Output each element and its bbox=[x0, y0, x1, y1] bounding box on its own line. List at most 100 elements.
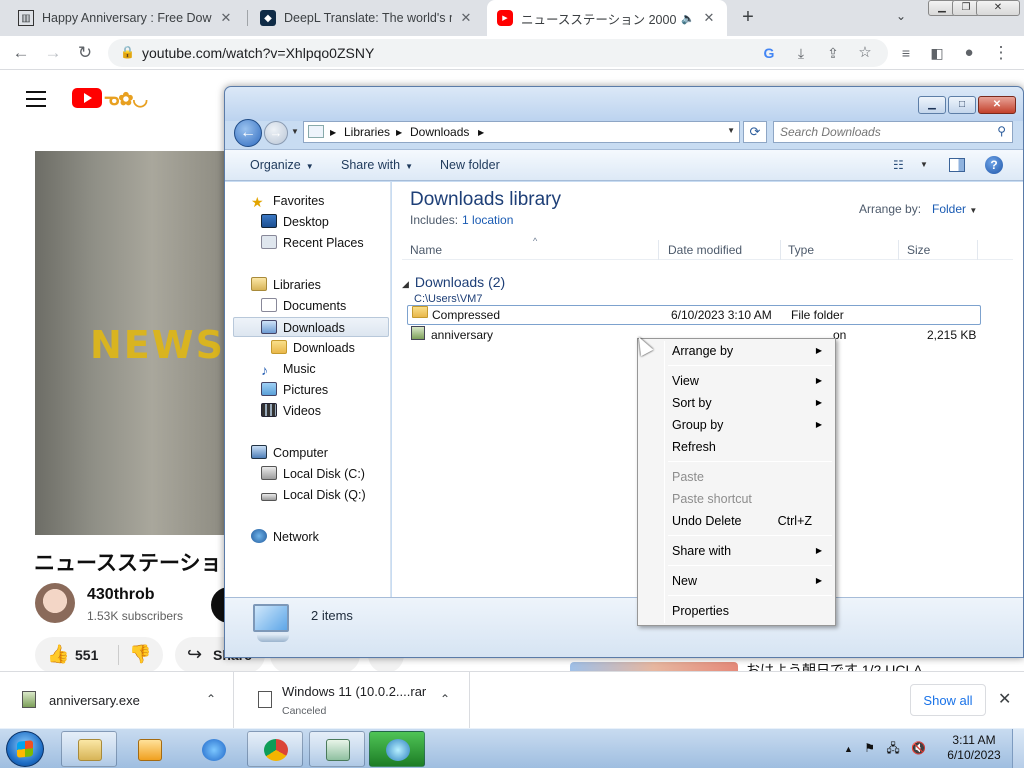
breadcrumb-downloads[interactable]: Downloads bbox=[410, 125, 469, 139]
search-field[interactable]: ⚲ bbox=[773, 121, 1013, 143]
back-arrow-icon[interactable]: ← bbox=[234, 119, 262, 147]
show-all-button[interactable]: Show all bbox=[910, 684, 986, 716]
close-icon[interactable]: ✕ bbox=[998, 689, 1011, 709]
close-icon[interactable]: ✕ bbox=[458, 10, 474, 26]
nav-recent-places[interactable]: Recent Places bbox=[261, 233, 364, 253]
taskbar-media-player[interactable] bbox=[121, 731, 177, 767]
nav-music[interactable]: ♪ Music bbox=[261, 359, 316, 379]
group-header[interactable]: ◢ Downloads (2) bbox=[402, 274, 505, 290]
column-divider[interactable] bbox=[898, 240, 899, 260]
tab-deepl[interactable]: ◆ DeepL Translate: The world's mo ✕ bbox=[250, 0, 484, 36]
refresh-icon[interactable]: ⟳ bbox=[743, 121, 767, 143]
search-input[interactable] bbox=[774, 122, 984, 142]
nav-videos[interactable]: Videos bbox=[261, 401, 321, 421]
close-icon[interactable]: ✕ bbox=[701, 10, 717, 26]
nav-pictures[interactable]: Pictures bbox=[261, 380, 328, 400]
chevron-up-icon[interactable]: ⌃ bbox=[440, 692, 450, 706]
taskbar-explorer[interactable] bbox=[61, 731, 117, 767]
like-count[interactable]: 551 bbox=[75, 647, 98, 663]
nav-downloads-folder[interactable]: Downloads bbox=[271, 338, 355, 358]
side-panel-icon[interactable]: ◧ bbox=[926, 42, 948, 64]
profile-icon[interactable]: ● bbox=[958, 42, 980, 64]
video-player[interactable]: NEWS bbox=[35, 151, 230, 535]
explorer-minimize-button[interactable]: ▁ bbox=[918, 96, 946, 114]
explorer-address-bar[interactable]: ▶ Libraries ▶ Downloads ▶ ▼ bbox=[303, 121, 740, 143]
taskbar-notepad[interactable] bbox=[309, 731, 365, 767]
breadcrumb-arrow-icon[interactable]: ▶ bbox=[330, 128, 336, 137]
arrange-by-dropdown[interactable]: Folder ▼ bbox=[932, 202, 977, 216]
nav-network[interactable]: Network bbox=[251, 527, 319, 547]
media-controls-icon[interactable]: ≡ bbox=[895, 42, 917, 64]
nav-computer[interactable]: Computer bbox=[251, 443, 328, 463]
preview-pane-icon[interactable] bbox=[949, 158, 965, 172]
includes-locations-link[interactable]: 1 location bbox=[462, 213, 513, 227]
file-row[interactable]: Compressed 6/10/2023 3:10 AM File folder bbox=[407, 305, 981, 325]
explorer-title-bar[interactable]: ▁ □ ✕ bbox=[225, 87, 1023, 121]
column-type[interactable]: Type bbox=[788, 243, 814, 257]
nav-local-disk-q[interactable]: Local Disk (Q:) bbox=[261, 485, 366, 505]
nav-favorites[interactable]: ★ Favorites bbox=[251, 191, 324, 211]
recent-pages-dropdown-icon[interactable]: ▼ bbox=[291, 127, 299, 136]
close-button[interactable]: ✕ bbox=[976, 0, 1020, 16]
back-icon[interactable]: ← bbox=[10, 42, 32, 64]
share-icon[interactable]: ⇪ bbox=[822, 42, 844, 64]
youtube-logo[interactable] bbox=[72, 88, 102, 108]
menu-item-undo-delete[interactable]: Undo Delete Ctrl+Z bbox=[641, 510, 832, 532]
breadcrumb-arrow-icon[interactable]: ▶ bbox=[396, 128, 402, 137]
download-item[interactable]: anniversary.exe ⌃ bbox=[0, 672, 234, 729]
channel-name[interactable]: 430throb bbox=[87, 586, 155, 604]
breadcrumb-arrow-icon[interactable]: ▶ bbox=[478, 128, 484, 137]
column-size[interactable]: Size bbox=[907, 243, 930, 257]
menu-item-properties[interactable]: Properties bbox=[641, 600, 832, 622]
menu-item-new[interactable]: New ▶ bbox=[641, 570, 832, 592]
nav-desktop[interactable]: Desktop bbox=[261, 212, 329, 232]
bookmark-star-icon[interactable]: ☆ bbox=[854, 42, 876, 64]
explorer-close-button[interactable]: ✕ bbox=[978, 96, 1016, 114]
menu-item-view[interactable]: View ▶ bbox=[641, 370, 832, 392]
search-icon[interactable]: ⚲ bbox=[997, 124, 1006, 138]
youtube-doodle-logo[interactable]: ᓀ✿◡ bbox=[104, 89, 148, 110]
nav-local-disk-c[interactable]: Local Disk (C:) bbox=[261, 464, 365, 484]
show-desktop-button[interactable] bbox=[1012, 729, 1024, 768]
system-clock[interactable]: 3:11 AM 6/10/2023 bbox=[942, 733, 1006, 763]
nav-libraries[interactable]: Libraries bbox=[251, 275, 321, 295]
column-divider[interactable] bbox=[977, 240, 978, 260]
menu-item-refresh[interactable]: Refresh bbox=[641, 436, 832, 458]
address-dropdown-icon[interactable]: ▼ bbox=[727, 126, 735, 135]
breadcrumb-libraries[interactable]: Libraries bbox=[344, 125, 390, 139]
tab-happy-anniversary[interactable]: ▥ Happy Anniversary : Free Downlo ✕ bbox=[8, 0, 244, 36]
nav-documents[interactable]: Documents bbox=[261, 296, 346, 316]
chevron-down-icon[interactable]: ⌄ bbox=[896, 9, 906, 23]
column-divider[interactable] bbox=[780, 240, 781, 260]
taskbar-chrome[interactable] bbox=[247, 731, 303, 767]
menu-item-arrange-by[interactable]: Arrange by ▶ bbox=[641, 340, 832, 362]
taskbar-internet-explorer[interactable] bbox=[185, 731, 241, 767]
download-item[interactable]: Windows 11 (10.0.2....rar Canceled ⌃ bbox=[236, 672, 470, 729]
close-icon[interactable]: ✕ bbox=[218, 10, 234, 26]
column-date-modified[interactable]: Date modified bbox=[668, 243, 742, 257]
taskbar-installer[interactable] bbox=[369, 731, 425, 767]
column-name[interactable]: Name bbox=[410, 243, 442, 257]
reload-icon[interactable]: ↻ bbox=[74, 42, 96, 64]
forward-icon[interactable]: → bbox=[42, 42, 64, 64]
address-bar[interactable]: 🔒 youtube.com/watch?v=Xhlpqo0ZSNY G ⤓ ⇪ … bbox=[108, 39, 888, 67]
share-with-button[interactable]: Share with ▼ bbox=[341, 158, 413, 172]
network-tray-icon[interactable]: 🖧 bbox=[886, 741, 899, 755]
menu-item-share-with[interactable]: Share with ▶ bbox=[641, 540, 832, 562]
google-icon[interactable]: G bbox=[758, 42, 780, 64]
hamburger-menu-icon[interactable] bbox=[26, 91, 46, 112]
forward-arrow-icon[interactable]: → bbox=[264, 121, 288, 145]
menu-item-sort-by[interactable]: Sort by ▶ bbox=[641, 392, 832, 414]
column-divider[interactable] bbox=[658, 240, 659, 260]
organize-button[interactable]: Organize ▼ bbox=[250, 158, 314, 172]
start-button[interactable] bbox=[6, 731, 44, 767]
view-options-icon[interactable]: ☷ bbox=[893, 158, 904, 172]
install-icon[interactable]: ⤓ bbox=[790, 42, 812, 64]
thumbs-up-icon[interactable]: 👍 bbox=[47, 644, 69, 665]
show-hidden-icons-icon[interactable]: ▲ bbox=[844, 744, 853, 754]
speaker-icon[interactable]: 🔈 bbox=[681, 12, 695, 25]
lock-icon[interactable]: 🔒 bbox=[120, 45, 135, 59]
explorer-maximize-button[interactable]: □ bbox=[948, 96, 976, 114]
action-center-flag-icon[interactable]: ⚑ bbox=[864, 741, 875, 755]
tab-youtube[interactable]: ▶ ニュースステーション 2000 🔈 ✕ bbox=[487, 0, 727, 36]
